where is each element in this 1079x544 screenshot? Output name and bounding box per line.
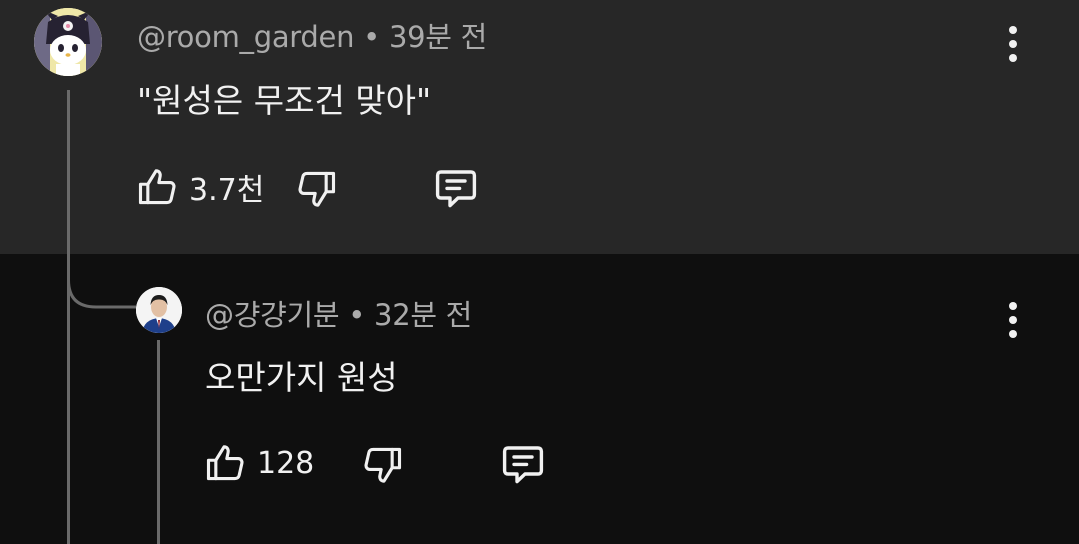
comment-text: "원성은 무조건 맞아" (137, 81, 432, 120)
more-vert-icon-dot (1009, 40, 1017, 48)
like-count: 3.7천 (189, 173, 265, 208)
comment-time: 32분 전 (374, 298, 473, 332)
reply-button[interactable] (499, 440, 547, 488)
avatar[interactable] (34, 8, 102, 76)
dislike-button[interactable] (295, 167, 339, 211)
thumbs-down-icon (298, 171, 336, 207)
kuromi-avatar-icon (34, 8, 102, 76)
more-vert-icon-dot (1009, 316, 1017, 324)
reply-thread-line (157, 340, 160, 544)
like-count: 128 (257, 445, 315, 481)
reply-comment-icon (435, 170, 477, 208)
comment-meta: @room_garden • 39분 전 (137, 14, 487, 56)
avatar[interactable] (136, 287, 182, 333)
thumbs-up-icon (206, 445, 244, 481)
person-suit-avatar-icon (136, 287, 182, 333)
comment-time: 39분 전 (388, 20, 487, 54)
more-vert-icon (1009, 302, 1017, 310)
more-options-button[interactable] (993, 292, 1033, 348)
thread-connector-curve (67, 250, 136, 309)
reply-text: 오만가지 원성 (205, 358, 398, 397)
more-vert-icon-dot (1009, 330, 1017, 338)
author-handle[interactable]: @걍걍기분 (205, 298, 340, 332)
like-button[interactable]: 3.7천 (135, 165, 264, 209)
author-handle[interactable]: @room_garden (137, 20, 354, 54)
thumbs-down-icon (364, 447, 402, 483)
reply-button[interactable] (432, 164, 480, 212)
thumbs-up-icon (138, 169, 176, 205)
like-button[interactable]: 128 (203, 441, 314, 485)
reply-comment-icon (502, 446, 544, 484)
more-vert-icon-dot (1009, 54, 1017, 62)
thread-line (67, 90, 70, 544)
meta-separator: • (363, 20, 380, 54)
meta-separator: • (348, 298, 366, 332)
more-options-button[interactable] (993, 16, 1033, 72)
more-vert-icon (1009, 26, 1017, 34)
dislike-button[interactable] (361, 443, 405, 487)
reply-meta: @걍걍기분 • 32분 전 (205, 292, 472, 334)
